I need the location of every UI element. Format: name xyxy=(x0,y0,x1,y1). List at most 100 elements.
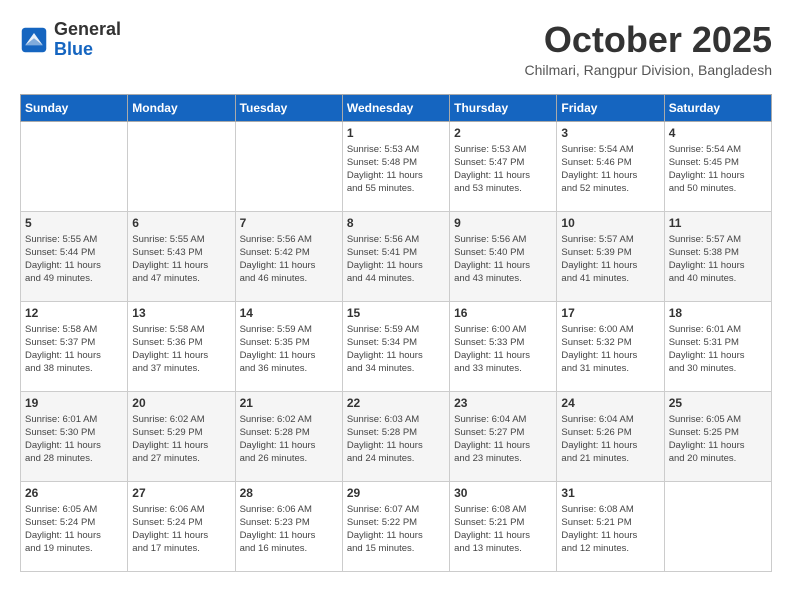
calendar-cell: 7Sunrise: 5:56 AMSunset: 5:42 PMDaylight… xyxy=(235,211,342,301)
day-info: Sunrise: 6:00 AMSunset: 5:32 PMDaylight:… xyxy=(561,323,659,376)
calendar-cell: 13Sunrise: 5:58 AMSunset: 5:36 PMDayligh… xyxy=(128,301,235,391)
day-number: 12 xyxy=(25,306,123,320)
calendar-cell: 27Sunrise: 6:06 AMSunset: 5:24 PMDayligh… xyxy=(128,481,235,571)
calendar-cell: 29 Sunrise: 6:07 AMSunset: 5:22 PMDayligh… xyxy=(342,481,449,571)
month-title: October 2025 xyxy=(525,20,772,60)
day-info: Sunrise: 6:03 AMSunset: 5:28 PMDaylight:… xyxy=(347,413,445,466)
day-number: 2 xyxy=(454,126,552,140)
day-number: 16 xyxy=(454,306,552,320)
calendar-cell: 28 Sunrise: 6:06 AMSunset: 5:23 PMDayligh… xyxy=(235,481,342,571)
day-info: Sunrise: 5:57 AMSunset: 5:39 PMDaylight:… xyxy=(561,233,659,286)
calendar-cell: 18 Sunrise: 6:01 AMSunset: 5:31 PMDayligh… xyxy=(664,301,771,391)
header-friday: Friday xyxy=(557,94,664,121)
calendar-cell: 30 Sunrise: 6:08 AMSunset: 5:21 PMDayligh… xyxy=(450,481,557,571)
day-info: Sunrise: 6:04 AMSunset: 5:27 PMDaylight:… xyxy=(454,413,552,466)
calendar-cell: 23 Sunrise: 6:04 AMSunset: 5:27 PMDayligh… xyxy=(450,391,557,481)
header-monday: Monday xyxy=(128,94,235,121)
day-info: Sunrise: 5:58 AMSunset: 5:36 PMDaylight:… xyxy=(132,323,230,376)
location-subtitle: Chilmari, Rangpur Division, Bangladesh xyxy=(525,62,772,78)
day-info: Sunrise: 6:02 AMSunset: 5:29 PMDaylight:… xyxy=(132,413,230,466)
day-number: 4 xyxy=(669,126,767,140)
day-info: Sunrise: 5:56 AMSunset: 5:41 PMDaylight:… xyxy=(347,233,445,286)
day-info: Sunrise: 5:57 AMSunset: 5:38 PMDaylight:… xyxy=(669,233,767,286)
calendar-week-row: 1 Sunrise: 5:53 AMSunset: 5:48 PMDaylight… xyxy=(21,121,772,211)
day-info: Sunrise: 5:55 AMSunset: 5:43 PMDaylight:… xyxy=(132,233,230,286)
calendar-cell: 15 Sunrise: 5:59 AMSunset: 5:34 PMDayligh… xyxy=(342,301,449,391)
header-saturday: Saturday xyxy=(664,94,771,121)
day-number: 26 xyxy=(25,486,123,500)
day-info: Sunrise: 5:55 AMSunset: 5:44 PMDaylight:… xyxy=(25,233,123,286)
day-number: 29 xyxy=(347,486,445,500)
calendar-cell: 16 Sunrise: 6:00 AMSunset: 5:33 PMDayligh… xyxy=(450,301,557,391)
day-number: 15 xyxy=(347,306,445,320)
day-info: Sunrise: 6:08 AMSunset: 5:21 PMDaylight:… xyxy=(561,503,659,556)
day-info: Sunrise: 5:56 AMSunset: 5:40 PMDaylight:… xyxy=(454,233,552,286)
day-info: Sunrise: 6:05 AMSunset: 5:24 PMDaylight:… xyxy=(25,503,123,556)
day-number: 10 xyxy=(561,216,659,230)
day-number: 22 xyxy=(347,396,445,410)
day-number: 30 xyxy=(454,486,552,500)
calendar-cell: 14Sunrise: 5:59 AMSunset: 5:35 PMDayligh… xyxy=(235,301,342,391)
header-sunday: Sunday xyxy=(21,94,128,121)
calendar-cell: 3Sunrise: 5:54 AMSunset: 5:46 PMDaylight… xyxy=(557,121,664,211)
day-number: 28 xyxy=(240,486,338,500)
day-info: Sunrise: 6:07 AMSunset: 5:22 PMDaylight:… xyxy=(347,503,445,556)
day-info: Sunrise: 6:06 AMSunset: 5:23 PMDaylight:… xyxy=(240,503,338,556)
day-number: 23 xyxy=(454,396,552,410)
calendar-cell: 2 Sunrise: 5:53 AMSunset: 5:47 PMDaylight… xyxy=(450,121,557,211)
calendar-cell xyxy=(235,121,342,211)
calendar-week-row: 19 Sunrise: 6:01 AMSunset: 5:30 PMDayligh… xyxy=(21,391,772,481)
title-block: October 2025 Chilmari, Rangpur Division,… xyxy=(525,20,772,78)
day-info: Sunrise: 6:08 AMSunset: 5:21 PMDaylight:… xyxy=(454,503,552,556)
day-number: 3 xyxy=(561,126,659,140)
day-number: 1 xyxy=(347,126,445,140)
calendar-week-row: 5 Sunrise: 5:55 AMSunset: 5:44 PMDaylight… xyxy=(21,211,772,301)
calendar-cell: 31 Sunrise: 6:08 AMSunset: 5:21 PMDayligh… xyxy=(557,481,664,571)
calendar-cell xyxy=(664,481,771,571)
day-number: 17 xyxy=(561,306,659,320)
calendar-header-row: SundayMondayTuesdayWednesdayThursdayFrid… xyxy=(21,94,772,121)
logo: General Blue xyxy=(20,20,121,60)
logo-general-text: General xyxy=(54,19,121,39)
day-info: Sunrise: 5:53 AMSunset: 5:47 PMDaylight:… xyxy=(454,143,552,196)
calendar-table: SundayMondayTuesdayWednesdayThursdayFrid… xyxy=(20,94,772,572)
day-info: Sunrise: 5:58 AMSunset: 5:37 PMDaylight:… xyxy=(25,323,123,376)
calendar-cell: 10 Sunrise: 5:57 AMSunset: 5:39 PMDayligh… xyxy=(557,211,664,301)
calendar-cell: 1 Sunrise: 5:53 AMSunset: 5:48 PMDaylight… xyxy=(342,121,449,211)
logo-icon xyxy=(20,26,48,54)
header-wednesday: Wednesday xyxy=(342,94,449,121)
calendar-cell: 4 Sunrise: 5:54 AMSunset: 5:45 PMDaylight… xyxy=(664,121,771,211)
header-thursday: Thursday xyxy=(450,94,557,121)
calendar-cell: 24 Sunrise: 6:04 AMSunset: 5:26 PMDayligh… xyxy=(557,391,664,481)
day-info: Sunrise: 5:54 AMSunset: 5:45 PMDaylight:… xyxy=(669,143,767,196)
calendar-week-row: 26 Sunrise: 6:05 AMSunset: 5:24 PMDayligh… xyxy=(21,481,772,571)
day-number: 6 xyxy=(132,216,230,230)
day-number: 19 xyxy=(25,396,123,410)
calendar-cell: 22 Sunrise: 6:03 AMSunset: 5:28 PMDayligh… xyxy=(342,391,449,481)
day-info: Sunrise: 6:01 AMSunset: 5:31 PMDaylight:… xyxy=(669,323,767,376)
day-number: 24 xyxy=(561,396,659,410)
day-info: Sunrise: 5:53 AMSunset: 5:48 PMDaylight:… xyxy=(347,143,445,196)
day-info: Sunrise: 5:59 AMSunset: 5:34 PMDaylight:… xyxy=(347,323,445,376)
day-info: Sunrise: 6:05 AMSunset: 5:25 PMDaylight:… xyxy=(669,413,767,466)
calendar-cell: 11Sunrise: 5:57 AMSunset: 5:38 PMDayligh… xyxy=(664,211,771,301)
day-number: 21 xyxy=(240,396,338,410)
calendar-cell: 5 Sunrise: 5:55 AMSunset: 5:44 PMDaylight… xyxy=(21,211,128,301)
day-number: 31 xyxy=(561,486,659,500)
day-info: Sunrise: 6:04 AMSunset: 5:26 PMDaylight:… xyxy=(561,413,659,466)
day-info: Sunrise: 6:00 AMSunset: 5:33 PMDaylight:… xyxy=(454,323,552,376)
day-info: Sunrise: 6:02 AMSunset: 5:28 PMDaylight:… xyxy=(240,413,338,466)
day-number: 18 xyxy=(669,306,767,320)
day-info: Sunrise: 6:01 AMSunset: 5:30 PMDaylight:… xyxy=(25,413,123,466)
calendar-cell xyxy=(128,121,235,211)
day-number: 14 xyxy=(240,306,338,320)
calendar-cell: 12 Sunrise: 5:58 AMSunset: 5:37 PMDayligh… xyxy=(21,301,128,391)
day-number: 9 xyxy=(454,216,552,230)
day-number: 20 xyxy=(132,396,230,410)
day-number: 7 xyxy=(240,216,338,230)
day-number: 5 xyxy=(25,216,123,230)
calendar-cell: 6 Sunrise: 5:55 AMSunset: 5:43 PMDaylight… xyxy=(128,211,235,301)
calendar-week-row: 12 Sunrise: 5:58 AMSunset: 5:37 PMDayligh… xyxy=(21,301,772,391)
calendar-cell: 19 Sunrise: 6:01 AMSunset: 5:30 PMDayligh… xyxy=(21,391,128,481)
calendar-cell: 8Sunrise: 5:56 AMSunset: 5:41 PMDaylight… xyxy=(342,211,449,301)
